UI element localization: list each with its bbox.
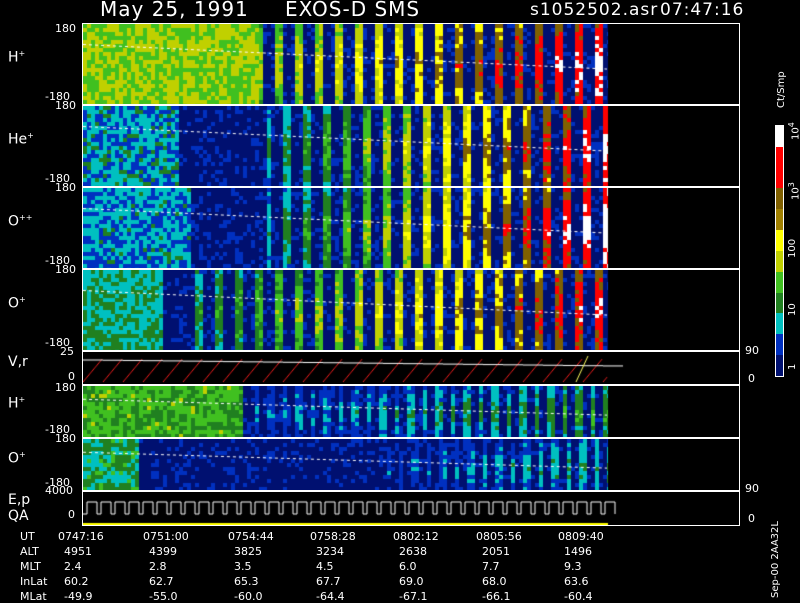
table-cell: 65.3 [234, 575, 259, 588]
file-name: s1052502.asr [530, 0, 659, 20]
table-cell: -66.1 [482, 590, 511, 603]
table-row-label: MLT [20, 560, 41, 573]
table-cell: 0747:16 [58, 530, 104, 543]
right-top-p4: 90 [745, 344, 759, 357]
table-cell: 1496 [564, 545, 592, 558]
table-cell: 62.7 [149, 575, 174, 588]
table-cell: 2638 [399, 545, 427, 558]
colorbar-title: Ct/Smp [776, 71, 787, 108]
table-row-label: InLat [20, 575, 48, 588]
table-cell: -49.9 [64, 590, 93, 603]
label-qa: QA [8, 508, 29, 524]
table-cell: 4951 [64, 545, 92, 558]
table-cell: 67.7 [316, 575, 341, 588]
table-cell: 63.6 [564, 575, 589, 588]
table-row-label: ALT [20, 545, 39, 558]
table-cell: 4.5 [316, 560, 334, 573]
table-cell: -60.4 [564, 590, 593, 603]
label-o-plus-plus: O++ [8, 213, 33, 230]
label-vr: V,r [8, 354, 28, 370]
label-o-plus-1: O+ [8, 295, 26, 312]
cbar-tick-1: 1 [787, 363, 798, 370]
file-time: 07:47:16 [660, 0, 745, 20]
table-cell: 4399 [149, 545, 177, 558]
ymax-p5: 180 [55, 381, 76, 394]
table-cell: -64.4 [316, 590, 345, 603]
ymax-p4: 25 [60, 345, 74, 358]
mission-name: EXOS-D SMS [285, 0, 421, 21]
panel-vr [82, 351, 740, 385]
table-cell: 2.8 [149, 560, 167, 573]
ymax-p1: 180 [55, 99, 76, 112]
table-row-label: MLat [20, 590, 47, 603]
ymin-p7: 0 [68, 508, 75, 521]
table-row-label: UT [20, 530, 35, 543]
ymax-p7: 4000 [45, 484, 73, 497]
label-h-plus-2: H+ [8, 395, 26, 412]
table-cell: 0758:28 [310, 530, 356, 543]
table-cell: 69.0 [399, 575, 424, 588]
panel-o-plus-1 [82, 269, 740, 351]
table-cell: 68.0 [482, 575, 507, 588]
right-bottom-p4: 0 [748, 372, 755, 385]
table-cell: 9.3 [564, 560, 582, 573]
right-bottom-p7: 0 [748, 512, 755, 525]
table-cell: -67.1 [399, 590, 428, 603]
table-cell: 0751:00 [143, 530, 189, 543]
plot-date: May 25, 1991 [100, 0, 249, 21]
panel-h-plus-1 [82, 23, 740, 105]
panel-o-plus-2 [82, 438, 740, 491]
cbar-tick-1e3: 103 [787, 182, 800, 200]
table-cell: 7.7 [482, 560, 500, 573]
right-top-p7: 90 [745, 482, 759, 495]
table-cell: 0754:44 [228, 530, 274, 543]
ymax-p2: 180 [55, 181, 76, 194]
label-o-plus-2: O+ [8, 450, 26, 467]
label-ep: E,p [8, 492, 31, 508]
panel-o-plus-plus [82, 187, 740, 269]
ymax-p6: 180 [55, 432, 76, 445]
table-cell: 3234 [316, 545, 344, 558]
panel-ep-qa [82, 491, 740, 526]
table-cell: 6.0 [399, 560, 417, 573]
ymax-p3: 180 [55, 263, 76, 276]
table-cell: 0805:56 [476, 530, 522, 543]
panel-he-plus [82, 105, 740, 187]
cbar-tick-100: 100 [787, 238, 798, 258]
table-cell: -55.0 [149, 590, 178, 603]
label-h-plus-1: H+ [8, 49, 26, 66]
table-cell: 0802:12 [393, 530, 439, 543]
label-he-plus: He+ [8, 131, 34, 148]
table-cell: 3825 [234, 545, 262, 558]
table-cell: 0809:40 [558, 530, 604, 543]
table-cell: -60.0 [234, 590, 263, 603]
table-cell: 3.5 [234, 560, 252, 573]
table-cell: 2051 [482, 545, 510, 558]
colorbar [775, 125, 784, 377]
ymax-p0: 180 [55, 22, 76, 35]
panel-h-plus-2 [82, 385, 740, 438]
cbar-tick-1e4-base: 104 [787, 122, 800, 140]
table-cell: 2.4 [64, 560, 82, 573]
footer-note: Sep-00 2AA32L [770, 521, 781, 598]
table-cell: 60.2 [64, 575, 89, 588]
cbar-tick-10: 10 [787, 303, 798, 316]
